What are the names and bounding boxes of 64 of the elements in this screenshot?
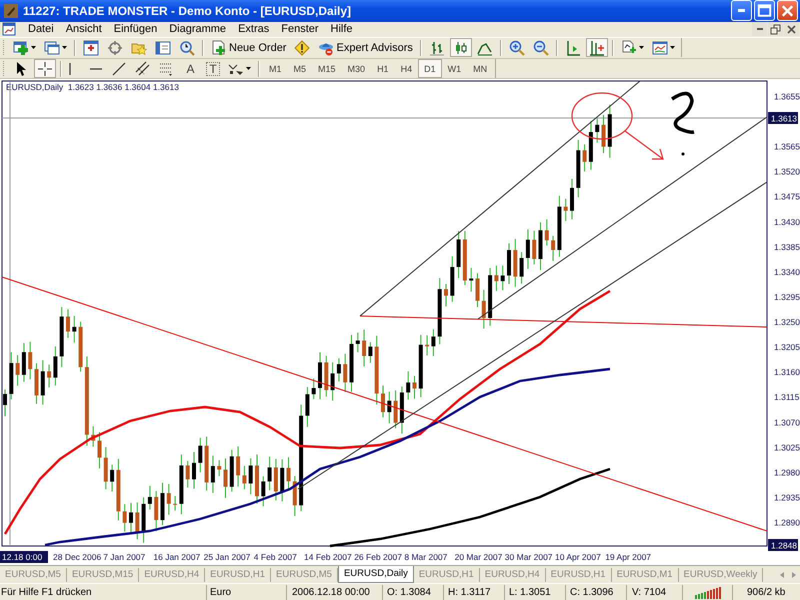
price-label: 1.3160 bbox=[774, 368, 800, 378]
price-label: 1.3655 bbox=[774, 92, 800, 102]
date-label: 20 Mar 2007 bbox=[454, 552, 502, 562]
window-title: 11227: TRADE MONSTER - Demo Konto - [EURUSD,Daily] bbox=[23, 4, 352, 18]
date-label: 14 Feb 2007 bbox=[304, 552, 352, 562]
text-tool-button[interactable]: A bbox=[180, 59, 201, 78]
price-label: 1.3340 bbox=[774, 267, 800, 278]
timeframe-button[interactable]: H1 bbox=[371, 59, 395, 78]
menu-item[interactable]: Diagramme bbox=[163, 23, 232, 36]
date-label: 30 Mar 2007 bbox=[504, 552, 553, 562]
price-label: 1.2980 bbox=[774, 468, 800, 478]
date-label: 19 Apr 2007 bbox=[605, 552, 652, 562]
price-label: 1.2935 bbox=[774, 492, 800, 503]
timeframe-button[interactable]: M30 bbox=[342, 59, 372, 78]
date-label: 28 Dec 2006 bbox=[53, 552, 102, 562]
menu-item[interactable]: Extras bbox=[232, 23, 276, 36]
status-help-text: Für Hilfe F1 drücken bbox=[0, 586, 93, 600]
status-traffic: 906/2 kb bbox=[732, 584, 796, 600]
price-label: 1.3205 bbox=[774, 342, 800, 352]
price-label: 1.3070 bbox=[774, 418, 800, 428]
price-label: 1.3115 bbox=[774, 392, 800, 403]
status-high: H: 1.3117 bbox=[443, 584, 504, 600]
price-label: 1.3430 bbox=[774, 217, 800, 228]
status-time: 2006.12.18 00:00 bbox=[286, 584, 382, 600]
price-label: 1.3475 bbox=[774, 192, 800, 202]
menu-item[interactable]: Einfügen bbox=[108, 23, 164, 36]
date-label: 25 Jan 2007 bbox=[204, 552, 250, 562]
date-label: 26 Feb 2007 bbox=[354, 552, 402, 562]
status-open: O: 1.3084 bbox=[382, 584, 443, 600]
price-label: 1.3385 bbox=[774, 242, 800, 252]
text-label-tool-button[interactable]: T bbox=[206, 62, 220, 76]
menu-item[interactable]: Ansicht bbox=[60, 23, 108, 36]
date-label: 4 Feb 2007 bbox=[254, 552, 297, 562]
timeframe-button[interactable]: M1 bbox=[263, 59, 288, 78]
price-label: 1.2890 bbox=[774, 518, 800, 528]
timeframe-button[interactable]: M15 bbox=[312, 59, 342, 78]
price-label: 1.3295 bbox=[774, 292, 800, 302]
price-label: 1.3250 bbox=[774, 317, 800, 328]
status-volume: V: 7104 bbox=[626, 584, 682, 600]
price-tag: 1.2848 bbox=[768, 539, 798, 552]
status-close: C: 1.3096 bbox=[565, 584, 626, 600]
timeframe-button[interactable]: D1 bbox=[418, 59, 442, 78]
menu-item[interactable]: Datei bbox=[22, 23, 60, 36]
status-profile: Euro bbox=[206, 584, 286, 600]
date-label: 8 Mar 2007 bbox=[404, 552, 448, 562]
menu-item[interactable]: Hilfe bbox=[324, 23, 359, 36]
menu-item[interactable]: Fenster bbox=[275, 23, 325, 36]
date-label: 16 Jan 2007 bbox=[153, 552, 200, 562]
timeframe-button[interactable]: M5 bbox=[288, 59, 312, 78]
date-label: 10 Apr 2007 bbox=[555, 552, 601, 562]
timeframe-button[interactable]: H4 bbox=[394, 59, 418, 78]
timeframe-button[interactable]: MN bbox=[467, 59, 494, 78]
timeframe-button[interactable]: W1 bbox=[442, 59, 468, 78]
date-label: 7 Jan 2007 bbox=[103, 552, 146, 562]
price-label: 1.3520 bbox=[774, 167, 800, 178]
price-label: 1.3565 bbox=[774, 142, 800, 152]
chart-tab[interactable]: EURUSD,Daily bbox=[338, 566, 414, 584]
new-order-button[interactable]: Neue Order bbox=[208, 38, 290, 58]
crosshair-time-tag: 12.18 0:00 bbox=[0, 551, 48, 564]
price-tag: 1.3613 bbox=[768, 112, 798, 124]
chart-header: EURUSD,Daily 1.3623 1.3636 1.3604 1.3613 bbox=[6, 82, 179, 92]
status-low: L: 1.3051 bbox=[504, 584, 565, 600]
expert-advisors-button[interactable]: Expert Advisors bbox=[315, 38, 416, 58]
price-label: 1.3025 bbox=[774, 442, 800, 453]
